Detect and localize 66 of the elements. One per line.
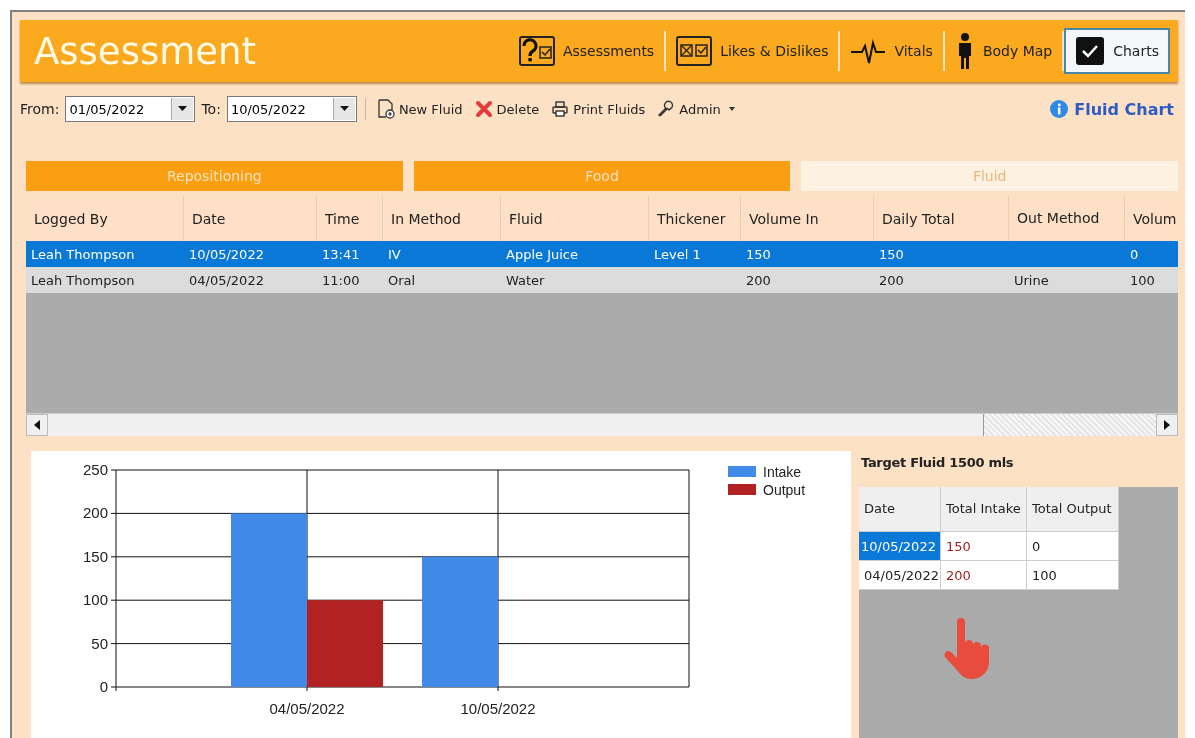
y-tick-label: 250: [82, 461, 108, 478]
scroll-left-icon: [34, 420, 40, 430]
column-header[interactable]: Total Output: [1027, 487, 1119, 532]
table-cell: 13:41: [322, 246, 360, 262]
nav-tab[interactable]: Assessments: [508, 28, 665, 74]
pulse-icon: [850, 37, 887, 65]
toolbar-button[interactable]: New Fluid: [373, 99, 466, 119]
x-tick-label: 10/05/2022: [460, 700, 536, 717]
table-row[interactable]: Leah Thompson 04/05/2022 11:00 Oral Water 200 200 Urine 100: [26, 267, 1178, 293]
printer-icon: [551, 100, 570, 118]
nav-tab[interactable]: Likes & Dislikes: [666, 28, 839, 74]
table-cell: 11:00: [322, 272, 360, 288]
menu-button[interactable]: Admin: [654, 100, 742, 118]
table-cell[interactable]: 150: [941, 532, 1027, 561]
y-tick-label: 150: [82, 547, 108, 565]
y-tick-label: 0: [99, 678, 108, 695]
table-cell: Level 1: [654, 246, 701, 262]
question-checkbox-icon: [518, 36, 555, 66]
new-document-icon: [376, 99, 395, 119]
legend-label: Intake: [763, 464, 802, 480]
delete-icon: [474, 100, 493, 118]
dropdown-arrow-icon: [178, 106, 188, 112]
table-cell: 200: [746, 272, 771, 288]
column-header[interactable]: Total Intake: [941, 487, 1027, 532]
table-cell: 200: [879, 272, 904, 288]
help-link[interactable]: Fluid Chart: [1050, 99, 1174, 119]
app-title: Assessment: [34, 29, 257, 73]
table-cell: 10/05/2022: [189, 246, 264, 262]
info-icon: [1050, 100, 1069, 118]
nav-tab[interactable]: Charts: [1064, 28, 1170, 74]
table-cell: Urine: [1014, 272, 1049, 288]
table-cell: 150: [879, 246, 904, 262]
legend-label: Output: [763, 482, 806, 498]
table-cell[interactable]: 10/05/2022: [859, 532, 941, 561]
y-tick-label: 100: [82, 591, 108, 609]
table-cell: Apple Juice: [506, 246, 578, 262]
toolbar-button[interactable]: Print Fluids: [548, 100, 649, 118]
column-header[interactable]: Date: [859, 487, 941, 532]
table-cell: Leah Thompson: [31, 272, 135, 288]
nav-tab[interactable]: Vitals: [840, 28, 943, 74]
table-cell: 04/05/2022: [189, 272, 264, 288]
table-cell[interactable]: 100: [1027, 561, 1119, 590]
table-cell: 150: [746, 246, 771, 262]
table-cell: Water: [506, 272, 545, 288]
toolbar-button[interactable]: Delete: [471, 100, 543, 118]
table-cell[interactable]: 04/05/2022: [859, 561, 941, 590]
checkbox-icon: [1075, 36, 1106, 66]
table-cell: IV: [388, 246, 401, 262]
y-tick-label: 50: [91, 634, 108, 652]
x-tick-label: 04/05/2022: [269, 700, 345, 717]
checkbox-pair-icon: [676, 36, 713, 66]
y-tick-label: 200: [82, 504, 108, 522]
field-label: To:: [201, 101, 221, 117]
field-label: From:: [20, 101, 60, 117]
table-cell: 100: [1130, 272, 1155, 288]
table-row[interactable]: Leah Thompson 10/05/2022 13:41 IV Apple Juice Level 1 150 150 0: [26, 241, 1178, 267]
table-cell: 0: [1130, 246, 1139, 262]
scroll-right-icon: [1164, 420, 1170, 430]
dropdown-arrow-icon: [339, 106, 349, 112]
table-cell[interactable]: 200: [941, 561, 1027, 590]
nav-tab[interactable]: Body Map: [944, 28, 1063, 74]
table-cell[interactable]: 0: [1027, 532, 1119, 561]
summary-title: Target Fluid 1500 mls: [861, 455, 1015, 470]
table-cell: Leah Thompson: [31, 246, 135, 262]
scrollbar[interactable]: [26, 413, 1178, 436]
table-cell: Oral: [388, 272, 416, 288]
